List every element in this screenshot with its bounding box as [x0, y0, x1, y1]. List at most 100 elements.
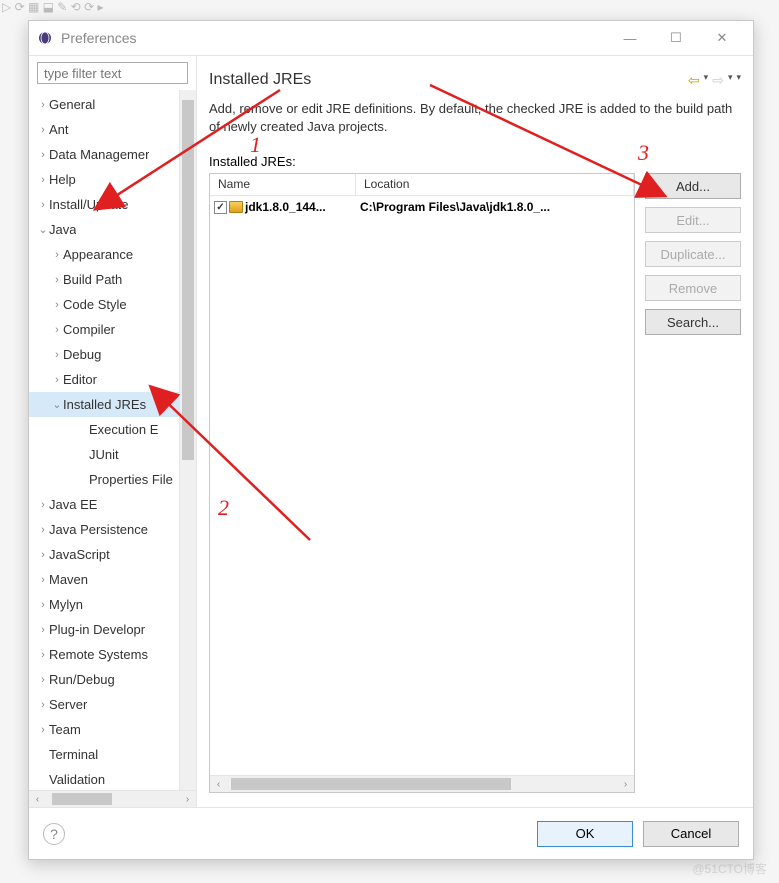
tree-item[interactable]: ›Help [29, 167, 179, 192]
chevron-right-icon: › [37, 574, 49, 586]
table-row[interactable]: ✓ jdk1.8.0_144... C:\Program Files\Java\… [210, 196, 634, 218]
tree-item[interactable]: ⌄Installed JREs [29, 392, 179, 417]
ide-toolbar-icons: ▷ ⟳ ▦ ⬓ ✎ ⟲ ⟳ ▸ [2, 0, 103, 14]
chevron-right-icon: › [51, 324, 63, 336]
add-button[interactable]: Add... [645, 173, 741, 199]
checkbox-icon[interactable]: ✓ [214, 201, 227, 214]
tree-item[interactable]: ›Server [29, 692, 179, 717]
chevron-right-icon: › [37, 174, 49, 186]
help-icon[interactable]: ? [43, 823, 65, 845]
eclipse-icon [37, 30, 53, 46]
chevron-right-icon: › [51, 249, 63, 261]
tree-item[interactable]: Terminal [29, 742, 179, 767]
jre-name: jdk1.8.0_144... [245, 200, 326, 214]
close-button[interactable]: ✕ [699, 23, 745, 53]
nav-history-icons[interactable]: ⇦▾ ⇨▾ ▾ [688, 72, 741, 89]
remove-button[interactable]: Remove [645, 275, 741, 301]
tree-item-label: JUnit [89, 447, 119, 462]
preferences-dialog: Preferences — ☐ ✕ ›General›Ant›Data Mana… [28, 20, 754, 860]
dialog-footer: ? OK Cancel [29, 807, 753, 859]
chevron-right-icon: › [37, 549, 49, 561]
jre-location: C:\Program Files\Java\jdk1.8.0_... [356, 200, 634, 214]
tree-item-label: Java [49, 222, 76, 237]
chevron-down-icon: ⌄ [37, 223, 49, 236]
jre-table[interactable]: Name Location ✓ jdk1.8.0_144... C:\Progr… [209, 173, 635, 793]
tree-vertical-scrollbar[interactable] [179, 90, 196, 790]
preferences-tree[interactable]: ›General›Ant›Data Managemer›Help›Install… [29, 90, 179, 790]
tree-item[interactable]: ›Ant [29, 117, 179, 142]
tree-item-label: Help [49, 172, 76, 187]
col-location[interactable]: Location [356, 174, 634, 195]
tree-item[interactable]: ›Remote Systems [29, 642, 179, 667]
chevron-right-icon: › [37, 149, 49, 161]
edit-button[interactable]: Edit... [645, 207, 741, 233]
window-title: Preferences [61, 30, 136, 46]
tree-item-label: Server [49, 697, 87, 712]
tree-item[interactable]: ›Code Style [29, 292, 179, 317]
tree-item-label: Terminal [49, 747, 98, 762]
cancel-button[interactable]: Cancel [643, 821, 739, 847]
tree-horizontal-scrollbar[interactable]: ‹› [29, 790, 196, 807]
tree-item-label: Data Managemer [49, 147, 149, 162]
chevron-right-icon: › [37, 599, 49, 611]
tree-item-label: Plug-in Developr [49, 622, 145, 637]
chevron-right-icon: › [37, 99, 49, 111]
tree-item[interactable]: ›Install/Update [29, 192, 179, 217]
tree-item[interactable]: ›Mylyn [29, 592, 179, 617]
tree-item-label: Compiler [63, 322, 115, 337]
page-title: Installed JREs [209, 71, 688, 89]
tree-item[interactable]: ›Compiler [29, 317, 179, 342]
tree-item-label: Maven [49, 572, 88, 587]
table-horizontal-scrollbar[interactable]: ‹› [210, 775, 634, 792]
tree-item-label: Appearance [63, 247, 133, 262]
tree-item[interactable]: ›Java EE [29, 492, 179, 517]
tree-item-label: Properties File [89, 472, 173, 487]
tree-item[interactable]: Execution E [29, 417, 179, 442]
jre-icon [229, 201, 243, 213]
maximize-button[interactable]: ☐ [653, 23, 699, 53]
forward-icon: ⇨ [712, 72, 724, 89]
tree-item[interactable]: ›JavaScript [29, 542, 179, 567]
tree-item[interactable]: JUnit [29, 442, 179, 467]
chevron-right-icon: › [51, 374, 63, 386]
titlebar: Preferences — ☐ ✕ [29, 21, 753, 55]
search-button[interactable]: Search... [645, 309, 741, 335]
chevron-down-icon: ⌄ [51, 398, 63, 411]
tree-item[interactable]: ›Team [29, 717, 179, 742]
background-toolbar [0, 0, 779, 18]
tree-item[interactable]: ›Plug-in Developr [29, 617, 179, 642]
tree-item[interactable]: ›Run/Debug [29, 667, 179, 692]
tree-item[interactable]: ›Debug [29, 342, 179, 367]
tree-item[interactable]: ›General [29, 92, 179, 117]
back-icon: ⇦ [688, 72, 700, 89]
col-name[interactable]: Name [210, 174, 356, 195]
tree-item[interactable]: ›Maven [29, 567, 179, 592]
table-header: Name Location [210, 174, 634, 196]
tree-item[interactable]: ›Data Managemer [29, 142, 179, 167]
tree-item-label: Validation [49, 772, 105, 787]
duplicate-button[interactable]: Duplicate... [645, 241, 741, 267]
tree-item[interactable]: ›Editor [29, 367, 179, 392]
tree-item[interactable]: Validation [29, 767, 179, 790]
tree-item-label: Java Persistence [49, 522, 148, 537]
chevron-right-icon: › [37, 624, 49, 636]
tree-item[interactable]: ›Build Path [29, 267, 179, 292]
page-description: Add, remove or edit JRE definitions. By … [209, 100, 741, 136]
watermark: @51CTO博客 [692, 860, 767, 877]
tree-item-label: General [49, 97, 95, 112]
table-label: Installed JREs: [209, 154, 741, 169]
sidebar: ›General›Ant›Data Managemer›Help›Install… [29, 56, 197, 807]
tree-item[interactable]: ›Appearance [29, 242, 179, 267]
chevron-right-icon: › [37, 699, 49, 711]
tree-item[interactable]: ⌄Java [29, 217, 179, 242]
tree-item-label: Execution E [89, 422, 158, 437]
chevron-right-icon: › [37, 199, 49, 211]
tree-item[interactable]: Properties File [29, 467, 179, 492]
chevron-right-icon: › [51, 299, 63, 311]
tree-item-label: Install/Update [49, 197, 129, 212]
ok-button[interactable]: OK [537, 821, 633, 847]
tree-item-label: Installed JREs [63, 397, 146, 412]
tree-item[interactable]: ›Java Persistence [29, 517, 179, 542]
filter-input[interactable] [37, 62, 188, 84]
minimize-button[interactable]: — [607, 23, 653, 53]
